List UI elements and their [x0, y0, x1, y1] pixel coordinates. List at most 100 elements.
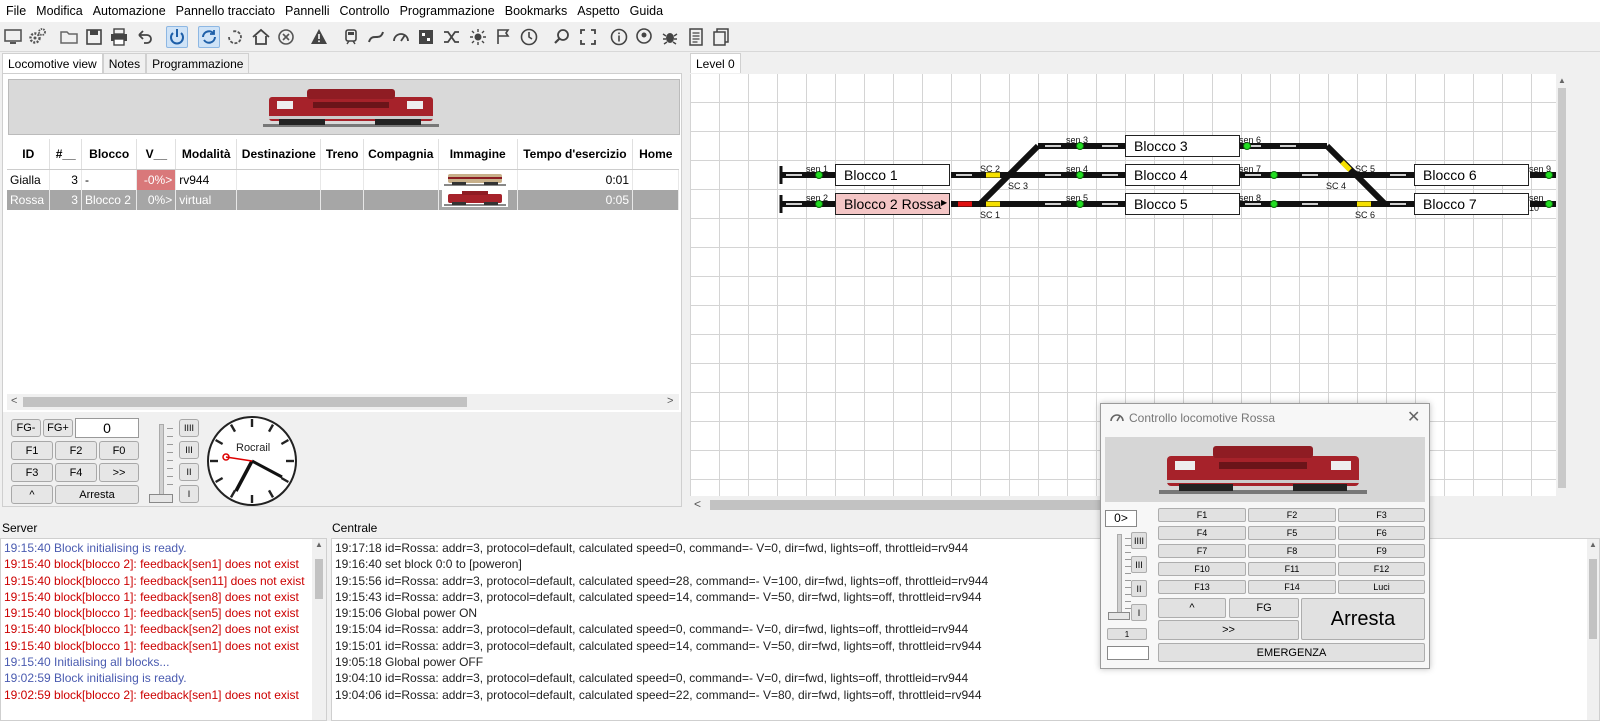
- warning-icon[interactable]: [308, 26, 330, 48]
- dialog-f7-button[interactable]: F7: [1158, 544, 1246, 558]
- dialog-gear-3-button[interactable]: III: [1131, 556, 1147, 573]
- block-4[interactable]: Blocco 4: [1125, 164, 1240, 186]
- table-row-selected[interactable]: Rossa 3 Blocco 2 0%> virtual 0:05: [7, 190, 679, 210]
- direction-button[interactable]: ^: [11, 485, 53, 504]
- scrollbar-thumb[interactable]: [315, 559, 323, 599]
- dialog-f10-button[interactable]: F10: [1158, 562, 1246, 576]
- scroll-left-icon[interactable]: <: [11, 395, 17, 407]
- scroll-up-icon[interactable]: ▲: [1558, 76, 1566, 85]
- dialog-fg-button[interactable]: FG: [1229, 598, 1299, 618]
- f2-button[interactable]: F2: [55, 441, 97, 460]
- home-icon[interactable]: [250, 26, 272, 48]
- server-log[interactable]: 19:15:40 Block initialising is ready. 19:…: [0, 538, 327, 721]
- clock-icon[interactable]: [518, 26, 540, 48]
- throttle-icon[interactable]: [390, 26, 412, 48]
- dialog-f2-button[interactable]: F2: [1248, 508, 1336, 522]
- sensor-8[interactable]: [1270, 200, 1278, 208]
- dialog-gear-1-button[interactable]: I: [1131, 604, 1147, 621]
- dialog-f9-button[interactable]: F9: [1338, 544, 1425, 558]
- dialog-next-button[interactable]: >>: [1158, 620, 1299, 640]
- dialog-lights-button[interactable]: Luci: [1338, 580, 1425, 594]
- dialog-step-button[interactable]: 1: [1107, 628, 1147, 640]
- col-operating-time[interactable]: Tempo d'esercizio: [517, 139, 634, 170]
- block-5[interactable]: Blocco 5: [1125, 193, 1240, 215]
- col-image[interactable]: Immagine: [438, 139, 518, 170]
- scroll-right-icon[interactable]: >: [667, 395, 673, 407]
- scroll-left-icon[interactable]: <: [694, 497, 701, 511]
- gear-1-button[interactable]: I: [179, 485, 199, 503]
- dialog-emergency-button[interactable]: EMERGENZA: [1158, 643, 1425, 662]
- dialog-f8-button[interactable]: F8: [1248, 544, 1336, 558]
- menu-pannelli[interactable]: Pannelli: [280, 0, 334, 22]
- table-horizontal-scrollbar[interactable]: < >: [7, 394, 679, 410]
- col-speed[interactable]: V__: [136, 139, 177, 170]
- speed-value-field[interactable]: 0: [75, 418, 139, 438]
- next-button[interactable]: >>: [99, 463, 139, 482]
- list-icon[interactable]: [685, 26, 707, 48]
- tab-notes[interactable]: Notes: [102, 53, 147, 73]
- col-train[interactable]: Treno: [320, 139, 364, 170]
- stop-circle-icon[interactable]: [275, 26, 297, 48]
- gears-icon[interactable]: [26, 26, 48, 48]
- f0-button[interactable]: F0: [99, 441, 139, 460]
- bug-icon[interactable]: [659, 26, 681, 48]
- dialog-f3-button[interactable]: F3: [1338, 508, 1425, 522]
- search-icon[interactable]: [551, 26, 573, 48]
- fg-minus-button[interactable]: FG-: [11, 419, 41, 437]
- fullscreen-icon[interactable]: [577, 26, 599, 48]
- scrollbar-thumb[interactable]: [1558, 88, 1566, 488]
- gear-3-button[interactable]: III: [179, 441, 199, 459]
- menu-controllo[interactable]: Controllo: [335, 0, 395, 22]
- block-1[interactable]: Blocco 1: [835, 164, 950, 186]
- cube-icon[interactable]: [415, 26, 437, 48]
- route-icon[interactable]: [365, 26, 387, 48]
- menu-modifica[interactable]: Modifica: [31, 0, 88, 22]
- info-icon[interactable]: [608, 26, 630, 48]
- track-vertical-scrollbar[interactable]: ▲: [1556, 74, 1568, 496]
- dialog-direction-button[interactable]: ^: [1158, 598, 1226, 618]
- col-destination[interactable]: Destinazione: [236, 139, 322, 170]
- light-icon[interactable]: [467, 26, 489, 48]
- slider-thumb[interactable]: [1108, 612, 1130, 620]
- col-home[interactable]: Home: [632, 139, 679, 170]
- menu-pannello-tracciato[interactable]: Pannello tracciato: [171, 0, 280, 22]
- dialog-f13-button[interactable]: F13: [1158, 580, 1246, 594]
- save-icon[interactable]: [83, 26, 105, 48]
- dialog-gear-4-button[interactable]: IIII: [1131, 532, 1147, 549]
- dialog-f11-button[interactable]: F11: [1248, 562, 1336, 576]
- stop-button[interactable]: Arresta: [55, 485, 139, 504]
- menu-programmazione[interactable]: Programmazione: [395, 0, 500, 22]
- menu-guida[interactable]: Guida: [625, 0, 668, 22]
- undo-icon[interactable]: [134, 26, 156, 48]
- dialog-f4-button[interactable]: F4: [1158, 526, 1246, 540]
- auto-cycle-icon[interactable]: [198, 26, 220, 48]
- menu-automazione[interactable]: Automazione: [88, 0, 171, 22]
- documents-icon[interactable]: [710, 26, 732, 48]
- dialog-f1-button[interactable]: F1: [1158, 508, 1246, 522]
- sensor-7[interactable]: [1270, 171, 1278, 179]
- scroll-up-icon[interactable]: ▲: [315, 540, 323, 549]
- scrollbar-thumb[interactable]: [1589, 559, 1597, 639]
- col-block[interactable]: Blocco: [81, 139, 138, 170]
- block-3[interactable]: Blocco 3: [1125, 135, 1240, 157]
- block-7[interactable]: Blocco 7: [1414, 193, 1529, 215]
- dialog-f14-button[interactable]: F14: [1248, 580, 1336, 594]
- speed-slider[interactable]: [145, 424, 175, 504]
- scrollbar-thumb[interactable]: [23, 397, 467, 407]
- scrollbar-thumb[interactable]: [710, 500, 1110, 510]
- dialog-f5-button[interactable]: F5: [1248, 526, 1336, 540]
- gear-4-button[interactable]: IIII: [179, 419, 199, 437]
- col-id[interactable]: ID: [7, 139, 51, 170]
- f1-button[interactable]: F1: [11, 441, 53, 460]
- dialog-gear-2-button[interactable]: II: [1131, 580, 1147, 597]
- tab-programmazione[interactable]: Programmazione: [146, 53, 250, 73]
- table-row[interactable]: Gialla 3 - -0%> rv944 0:01: [7, 169, 679, 190]
- gear-2-button[interactable]: II: [179, 463, 199, 481]
- block-2[interactable]: Blocco 2 Rossa: [835, 193, 950, 215]
- central-log-scrollbar[interactable]: ▲: [1587, 539, 1599, 720]
- col-address[interactable]: #__: [49, 139, 82, 170]
- train-icon[interactable]: [340, 26, 362, 48]
- dialog-stop-button[interactable]: Arresta: [1301, 598, 1425, 640]
- menu-file[interactable]: File: [0, 0, 31, 22]
- col-mode[interactable]: Modalità: [175, 139, 238, 170]
